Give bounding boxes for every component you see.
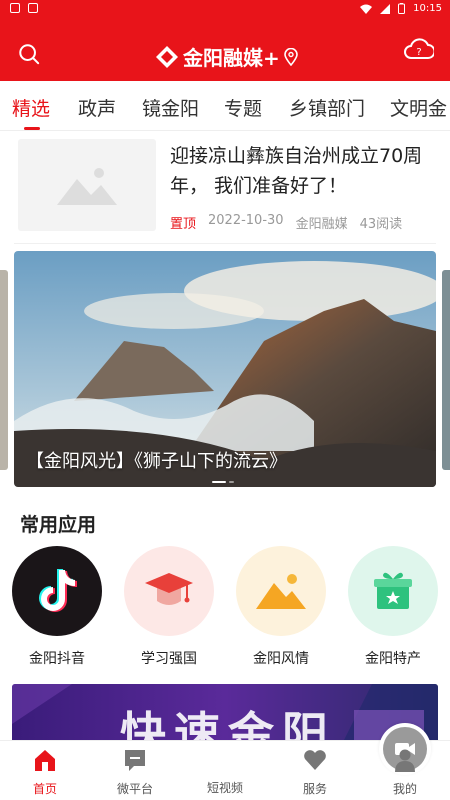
nav-services[interactable]: 服务 <box>270 747 360 797</box>
app-jinyang-douyin[interactable]: 金阳抖音 <box>1 546 113 668</box>
tab-zhengsheng[interactable]: 政声 <box>78 94 116 121</box>
app-jinyang-techan[interactable]: 金阳特产 <box>337 546 449 668</box>
news-date: 2022-10-30 <box>208 213 284 228</box>
pinned-badge: 置顶 <box>170 217 197 232</box>
section-title-common-apps: 常用应用 <box>20 514 97 536</box>
nav-label: 我的 <box>392 782 417 796</box>
nav-mine[interactable]: 我的 <box>360 747 450 797</box>
common-apps-grid: 金阳抖音 学习强国 金阳风情 金阳特产 <box>0 546 450 668</box>
nav-micro-platform[interactable]: 微平台 <box>90 747 180 797</box>
news-reads: 43阅读 <box>359 217 403 232</box>
news-source: 金阳融媒 <box>295 217 348 232</box>
news-title[interactable]: 迎接凉山彝族自治州成立70周年， 我们准备好了！ <box>170 141 432 201</box>
location-pin-icon <box>283 47 298 66</box>
channel-tabs: 精选 政声 镜金阳 专题 乡镇部门 文明金 <box>0 81 450 131</box>
news-meta: 置顶 2022-10-30 金阳融媒 43阅读 <box>170 213 402 232</box>
app-xuexi-qiangguo[interactable]: 学习强国 <box>113 546 225 668</box>
tab-xiangzhen-bumen[interactable]: 乡镇部门 <box>289 94 365 121</box>
app-label: 金阳抖音 <box>29 651 85 667</box>
image-placeholder-icon <box>57 168 117 205</box>
settings-notification-icon <box>28 3 38 13</box>
carousel-prev-peek <box>0 270 8 470</box>
wifi-icon <box>360 4 373 14</box>
user-icon <box>395 749 415 772</box>
signal-icon <box>380 3 391 14</box>
status-time: 10:15 <box>413 3 442 14</box>
app-jinyang-fengqing[interactable]: 金阳风情 <box>225 546 337 668</box>
promo-text: 快速金阳 <box>120 707 336 744</box>
carousel-indicator <box>212 481 234 483</box>
douyin-icon <box>12 546 102 636</box>
logo-text: 金阳融媒+ <box>183 46 280 70</box>
nav-label: 服务 <box>302 782 327 796</box>
news-item[interactable]: 迎接凉山彝族自治州成立70周年， 我们准备好了！ 置顶 2022-10-30 金… <box>18 139 432 235</box>
svg-text:?: ? <box>416 47 421 58</box>
gallery-notification-icon <box>10 3 20 13</box>
nav-short-video[interactable]: 短视频 <box>180 723 431 796</box>
news-thumbnail <box>18 139 156 231</box>
banner-carousel[interactable]: 【金阳风光】《狮子山下的流云》 <box>14 251 436 487</box>
nav-home[interactable]: 首页 <box>0 747 90 797</box>
app-label: 金阳特产 <box>365 651 421 667</box>
nav-label: 微平台 <box>116 782 153 796</box>
status-bar: 10:15 <box>0 0 450 18</box>
tab-wenming[interactable]: 文明金 <box>390 94 447 121</box>
app-logo: 金阳融媒+ <box>155 42 298 71</box>
bottom-navigation: 首页 微平台 短视频 服务 我的 <box>0 723 450 800</box>
carousel-next-peek <box>442 270 450 470</box>
app-label: 金阳风情 <box>253 651 309 667</box>
weather-cloud-icon[interactable]: ? <box>404 36 434 62</box>
graduation-cap-icon <box>124 546 214 636</box>
search-icon[interactable] <box>18 43 40 65</box>
tab-zhuanti[interactable]: 专题 <box>224 94 262 121</box>
heart-icon <box>304 750 326 770</box>
active-tab-indicator <box>24 127 40 130</box>
divider <box>14 243 436 244</box>
battery-icon <box>398 3 406 14</box>
tab-jingxuan[interactable]: 精选 <box>12 94 50 121</box>
image-icon <box>236 546 326 636</box>
message-icon <box>125 750 145 771</box>
app-header: 金阳融媒+ ? <box>0 18 450 81</box>
logo-mark-icon <box>156 45 178 68</box>
tab-jingjinyang[interactable]: 镜金阳 <box>142 94 199 121</box>
nav-label: 短视频 <box>206 781 243 795</box>
app-label: 学习强国 <box>141 651 197 667</box>
gift-icon <box>348 546 438 636</box>
promo-banner[interactable]: 快速金阳 <box>12 684 438 744</box>
nav-label: 首页 <box>32 782 57 796</box>
home-icon <box>35 750 55 771</box>
banner-caption: 【金阳风光】《狮子山下的流云》 <box>26 451 287 472</box>
